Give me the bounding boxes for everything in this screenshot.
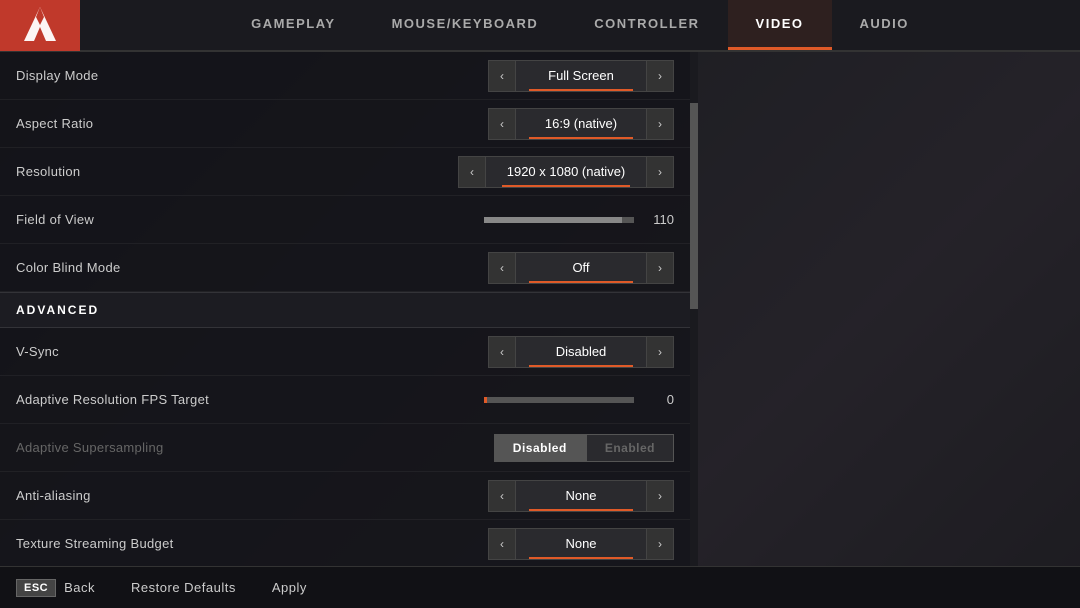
- tab-mouse-keyboard[interactable]: MOUSE/KEYBOARD: [364, 0, 567, 50]
- color-blind-next[interactable]: ›: [646, 252, 674, 284]
- display-mode-next[interactable]: ›: [646, 60, 674, 92]
- texture-streaming-selector: ‹ None ›: [488, 528, 674, 560]
- vsync-label: V-Sync: [16, 344, 396, 359]
- setting-row-resolution: Resolution ‹ 1920 x 1080 (native) ›: [0, 148, 690, 196]
- apex-logo-icon: [18, 3, 62, 47]
- aspect-ratio-prev[interactable]: ‹: [488, 108, 516, 140]
- setting-row-fov: Field of View 110: [0, 196, 690, 244]
- settings-panel: Display Mode ‹ Full Screen › Aspect Rati…: [0, 52, 690, 566]
- adaptive-res-slider-container: 0: [484, 392, 674, 407]
- adaptive-super-label: Adaptive Supersampling: [16, 440, 396, 455]
- aspect-ratio-label: Aspect Ratio: [16, 116, 396, 131]
- adaptive-super-control: Disabled Enabled: [396, 434, 674, 462]
- display-mode-prev[interactable]: ‹: [488, 60, 516, 92]
- texture-streaming-next[interactable]: ›: [646, 528, 674, 560]
- aspect-ratio-control: ‹ 16:9 (native) ›: [396, 108, 674, 140]
- color-blind-control: ‹ Off ›: [396, 252, 674, 284]
- setting-row-aspect-ratio: Aspect Ratio ‹ 16:9 (native) ›: [0, 100, 690, 148]
- setting-row-adaptive-super: Adaptive Supersampling Disabled Enabled: [0, 424, 690, 472]
- nav-tabs: GAMEPLAY MOUSE/KEYBOARD CONTROLLER VIDEO…: [80, 0, 1080, 50]
- fov-value-label: 110: [644, 212, 674, 227]
- restore-defaults-action[interactable]: Restore Defaults: [131, 580, 236, 595]
- bottom-bar: ESC Back Restore Defaults Apply: [0, 566, 1080, 608]
- adaptive-res-value-label: 0: [644, 392, 674, 407]
- texture-streaming-prev[interactable]: ‹: [488, 528, 516, 560]
- resolution-next[interactable]: ›: [646, 156, 674, 188]
- apply-action[interactable]: Apply: [272, 580, 307, 595]
- adaptive-super-toggle-group: Disabled Enabled: [494, 434, 674, 462]
- tab-controller[interactable]: CONTROLLER: [566, 0, 727, 50]
- tab-gameplay[interactable]: GAMEPLAY: [223, 0, 363, 50]
- display-mode-control: ‹ Full Screen ›: [396, 60, 674, 92]
- resolution-label: Resolution: [16, 164, 396, 179]
- color-blind-selector: ‹ Off ›: [488, 252, 674, 284]
- tab-video[interactable]: VIDEO: [728, 0, 832, 50]
- tab-audio[interactable]: AUDIO: [832, 0, 937, 50]
- color-blind-prev[interactable]: ‹: [488, 252, 516, 284]
- display-mode-selector: ‹ Full Screen ›: [488, 60, 674, 92]
- setting-row-texture-streaming: Texture Streaming Budget ‹ None ›: [0, 520, 690, 566]
- fov-slider-container: 110: [484, 212, 674, 227]
- scroll-indicator: [690, 52, 698, 566]
- aspect-ratio-next[interactable]: ›: [646, 108, 674, 140]
- vsync-control: ‹ Disabled ›: [396, 336, 674, 368]
- setting-row-display-mode: Display Mode ‹ Full Screen ›: [0, 52, 690, 100]
- texture-streaming-control: ‹ None ›: [396, 528, 674, 560]
- vsync-selector: ‹ Disabled ›: [488, 336, 674, 368]
- display-mode-value: Full Screen: [516, 60, 646, 92]
- scroll-thumb[interactable]: [690, 103, 698, 309]
- antialiasing-label: Anti-aliasing: [16, 488, 396, 503]
- advanced-section-header: ADVANCED: [0, 292, 690, 328]
- right-panel: [698, 52, 1080, 566]
- fov-slider-fill: [484, 217, 622, 223]
- texture-streaming-label: Texture Streaming Budget: [16, 536, 396, 551]
- color-blind-value: Off: [516, 252, 646, 284]
- color-blind-label: Color Blind Mode: [16, 260, 396, 275]
- setting-row-adaptive-res: Adaptive Resolution FPS Target 0: [0, 376, 690, 424]
- antialiasing-prev[interactable]: ‹: [488, 480, 516, 512]
- antialiasing-control: ‹ None ›: [396, 480, 674, 512]
- resolution-value: 1920 x 1080 (native): [486, 156, 646, 188]
- advanced-header-text: ADVANCED: [16, 303, 99, 317]
- antialiasing-next[interactable]: ›: [646, 480, 674, 512]
- fov-control: 110: [396, 212, 674, 227]
- aspect-ratio-value: 16:9 (native): [516, 108, 646, 140]
- vsync-next[interactable]: ›: [646, 336, 674, 368]
- resolution-control: ‹ 1920 x 1080 (native) ›: [396, 156, 674, 188]
- fov-label: Field of View: [16, 212, 396, 227]
- setting-row-color-blind: Color Blind Mode ‹ Off ›: [0, 244, 690, 292]
- adaptive-res-label: Adaptive Resolution FPS Target: [16, 392, 396, 407]
- main-content: Display Mode ‹ Full Screen › Aspect Rati…: [0, 52, 1080, 566]
- adaptive-res-slider-fill: [484, 397, 487, 403]
- aspect-ratio-selector: ‹ 16:9 (native) ›: [488, 108, 674, 140]
- esc-key-badge: ESC: [16, 579, 56, 597]
- setting-row-antialiasing: Anti-aliasing ‹ None ›: [0, 472, 690, 520]
- apply-label: Apply: [272, 580, 307, 595]
- setting-row-vsync: V-Sync ‹ Disabled ›: [0, 328, 690, 376]
- antialiasing-selector: ‹ None ›: [488, 480, 674, 512]
- fov-slider-track[interactable]: [484, 217, 634, 223]
- adaptive-super-disabled-btn[interactable]: Disabled: [494, 434, 586, 462]
- back-action[interactable]: ESC Back: [16, 579, 95, 597]
- resolution-selector: ‹ 1920 x 1080 (native) ›: [458, 156, 674, 188]
- display-mode-label: Display Mode: [16, 68, 396, 83]
- antialiasing-value: None: [516, 480, 646, 512]
- adaptive-res-slider-track[interactable]: [484, 397, 634, 403]
- vsync-prev[interactable]: ‹: [488, 336, 516, 368]
- restore-defaults-label: Restore Defaults: [131, 580, 236, 595]
- adaptive-res-control: 0: [396, 392, 674, 407]
- resolution-prev[interactable]: ‹: [458, 156, 486, 188]
- back-label: Back: [64, 580, 95, 595]
- logo-area: [0, 0, 80, 51]
- vsync-value: Disabled: [516, 336, 646, 368]
- texture-streaming-value: None: [516, 528, 646, 560]
- top-navigation: GAMEPLAY MOUSE/KEYBOARD CONTROLLER VIDEO…: [0, 0, 1080, 52]
- adaptive-super-enabled-btn[interactable]: Enabled: [586, 434, 674, 462]
